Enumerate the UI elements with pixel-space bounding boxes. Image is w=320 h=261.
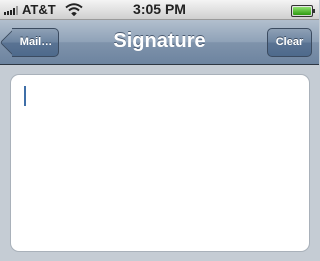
content-area (0, 65, 319, 261)
clear-button[interactable]: Clear (267, 28, 312, 57)
navigation-bar: Mail… Signature Clear (0, 20, 319, 65)
signature-text-field[interactable] (10, 74, 310, 252)
text-cursor (24, 86, 26, 106)
status-time: 3:05 PM (133, 1, 186, 17)
status-bar: AT&T 3:05 PM (0, 0, 319, 20)
back-to-mail-button[interactable]: Mail… (12, 28, 59, 57)
battery-icon (291, 5, 315, 17)
back-button-area: Mail… (0, 20, 70, 65)
